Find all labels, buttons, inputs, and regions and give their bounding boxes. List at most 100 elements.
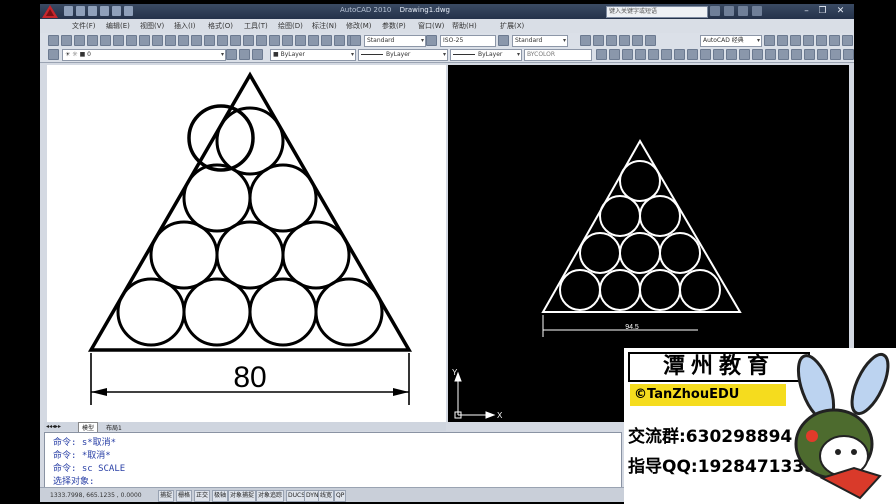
- menu-view[interactable]: 视图(V): [140, 21, 164, 31]
- copy-icon[interactable]: [139, 35, 150, 46]
- top-view-icon[interactable]: [580, 35, 591, 46]
- menu-insert[interactable]: 插入(I): [174, 21, 196, 31]
- outer-triangle-white[interactable]: [541, 138, 742, 313]
- break-icon[interactable]: [739, 49, 750, 60]
- block-editor-icon[interactable]: [178, 35, 189, 46]
- mirror-icon[interactable]: [622, 49, 633, 60]
- design-center-icon[interactable]: [282, 35, 293, 46]
- extend-icon[interactable]: [726, 49, 737, 60]
- plot-icon[interactable]: [124, 6, 133, 16]
- zoom-realtime-icon[interactable]: [230, 35, 241, 46]
- properties-icon[interactable]: [269, 35, 280, 46]
- bottom-view-icon[interactable]: [593, 35, 604, 46]
- zoom-previous-icon[interactable]: [256, 35, 267, 46]
- grid-button[interactable]: 栅格: [176, 490, 193, 502]
- undo-icon[interactable]: [100, 6, 109, 16]
- dim-aligned-icon[interactable]: [817, 49, 828, 60]
- explode-icon[interactable]: [791, 49, 802, 60]
- save-icon[interactable]: [74, 35, 85, 46]
- dim-arc-icon[interactable]: [830, 49, 841, 60]
- isolate-icon[interactable]: [803, 35, 814, 46]
- layer-dropdown[interactable]: ☀ ☼ ■ 0 ▾: [62, 49, 226, 61]
- zoom-window-icon[interactable]: [243, 35, 254, 46]
- quickcalc-icon[interactable]: [334, 35, 345, 46]
- pan-icon[interactable]: [217, 35, 228, 46]
- trim-icon[interactable]: [713, 49, 724, 60]
- stretch-icon[interactable]: [700, 49, 711, 60]
- paste-icon[interactable]: [152, 35, 163, 46]
- print-icon[interactable]: [87, 35, 98, 46]
- open-file-icon[interactable]: [76, 6, 85, 16]
- drawing-viewport-left[interactable]: 80: [47, 65, 446, 422]
- text-style-dropdown[interactable]: Standard ▾: [364, 35, 426, 47]
- markup-icon[interactable]: [321, 35, 332, 46]
- layer-previous-icon[interactable]: [239, 49, 250, 60]
- osnap-button[interactable]: 对象捕捉: [228, 490, 257, 502]
- menu-window[interactable]: 窗口(W): [418, 21, 444, 31]
- dim-style-icon[interactable]: [426, 35, 437, 46]
- cut-icon[interactable]: [126, 35, 137, 46]
- front-view-icon[interactable]: [632, 35, 643, 46]
- new-icon[interactable]: [48, 35, 59, 46]
- lock-icon[interactable]: [829, 35, 840, 46]
- workspace-dropdown[interactable]: AutoCAD 经典 ▾: [700, 35, 762, 47]
- autocad-logo-icon[interactable]: [42, 5, 58, 18]
- layer-properties-icon[interactable]: [48, 49, 59, 60]
- scale-icon[interactable]: [687, 49, 698, 60]
- restore-icon[interactable]: ❐: [816, 5, 829, 17]
- menu-extend[interactable]: 扩展(X): [500, 21, 524, 31]
- back-view-icon[interactable]: [645, 35, 656, 46]
- minimize-icon[interactable]: –: [800, 5, 813, 17]
- chamfer-icon[interactable]: [765, 49, 776, 60]
- polar-button[interactable]: 极轴: [212, 490, 229, 502]
- match-icon[interactable]: [790, 35, 801, 46]
- menu-parametric[interactable]: 参数(P): [382, 21, 406, 31]
- menu-draw[interactable]: 绘图(D): [278, 21, 303, 31]
- redo-icon[interactable]: [204, 35, 215, 46]
- plotstyle-dropdown[interactable]: BYCOLOR: [524, 49, 592, 61]
- binoculars-icon[interactable]: [710, 6, 720, 16]
- menu-dimension[interactable]: 标注(N): [312, 21, 337, 31]
- menu-format[interactable]: 格式(O): [208, 21, 233, 31]
- tab-nav-arrows-icon[interactable]: ◂◂◂▸▸: [46, 423, 61, 430]
- fillet-icon[interactable]: [778, 49, 789, 60]
- color-dropdown[interactable]: ■ ByLayer ▾: [270, 49, 356, 61]
- rotate-icon[interactable]: [674, 49, 685, 60]
- move-icon[interactable]: [661, 49, 672, 60]
- tab-layout1[interactable]: 布局1: [106, 423, 122, 432]
- linetype-dropdown[interactable]: ByLayer ▾: [358, 49, 448, 61]
- dim-radius-icon[interactable]: [843, 49, 854, 60]
- dim-linear-icon[interactable]: [804, 49, 815, 60]
- menu-edit[interactable]: 编辑(E): [106, 21, 130, 31]
- array-icon[interactable]: [648, 49, 659, 60]
- dim-style-dropdown[interactable]: ISO-25: [440, 35, 496, 47]
- left-view-icon[interactable]: [606, 35, 617, 46]
- menu-help[interactable]: 帮助(H): [452, 21, 477, 31]
- open-icon[interactable]: [61, 35, 72, 46]
- erase-icon[interactable]: [596, 49, 607, 60]
- offset-icon[interactable]: [635, 49, 646, 60]
- off-icon[interactable]: [842, 35, 853, 46]
- join-icon[interactable]: [752, 49, 763, 60]
- favorites-icon[interactable]: [738, 6, 748, 16]
- undo-icon[interactable]: [191, 35, 202, 46]
- table-style-dropdown[interactable]: Standard ▾: [512, 35, 568, 47]
- freeze-icon[interactable]: [816, 35, 827, 46]
- help-icon[interactable]: [752, 6, 762, 16]
- right-view-icon[interactable]: [619, 35, 630, 46]
- circle-group[interactable]: [187, 104, 255, 172]
- command-prompt[interactable]: 选择对象:: [53, 474, 94, 487]
- copy-object-icon[interactable]: [609, 49, 620, 60]
- close-icon[interactable]: ✕: [834, 5, 847, 17]
- command-window[interactable]: 命令: s*取消* 命令: *取消* 命令: sc SCALE 选择对象:: [44, 432, 622, 488]
- tool-palettes-icon[interactable]: [295, 35, 306, 46]
- dimension-94[interactable]: [542, 315, 698, 337]
- menu-modify[interactable]: 修改(M): [346, 21, 372, 31]
- preview-icon[interactable]: [100, 35, 111, 46]
- publish-icon[interactable]: [113, 35, 124, 46]
- ortho-button[interactable]: 正交: [194, 490, 211, 502]
- search-input[interactable]: 键入关键字或短语: [606, 6, 708, 18]
- match-properties-icon[interactable]: [165, 35, 176, 46]
- lineweight-button[interactable]: 线宽: [318, 490, 335, 502]
- redo-icon[interactable]: [112, 6, 121, 16]
